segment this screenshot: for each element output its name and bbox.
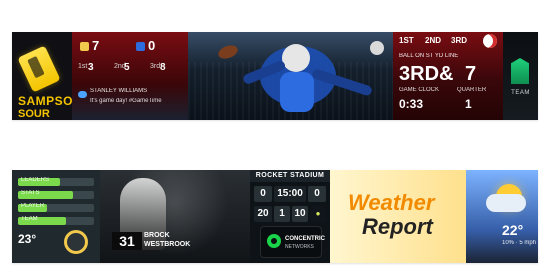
stat-1-label: 1st: [78, 63, 88, 70]
scoreboard-panel: 7 0 1st 3 2nd 5 3rd 8 STANLEY WILLIAMS I…: [72, 32, 188, 120]
bottom-jumbotron-strip: LEADERS STATS PLAYER TEAM 23° 31 BROCK W…: [12, 170, 538, 263]
stat-3: 3rd 8: [150, 59, 184, 77]
stat-bar-4-label: TEAM: [21, 216, 38, 222]
stat-2-value: 5: [124, 62, 130, 73]
helmet-icon: [483, 34, 497, 48]
weather-title-line-1: Weather: [348, 190, 435, 215]
row2-right: 10: [292, 206, 308, 222]
down-and-distance: 3RD & 7: [399, 63, 497, 85]
concentric-logo-icon: [267, 234, 281, 248]
stat-bar-1-label: LEADERS: [21, 177, 50, 183]
clock-row: GAME CLOCK 0:33 QUARTER 1: [399, 87, 497, 117]
ball-on-line: BALL ON ST YD LINE: [399, 53, 459, 59]
mini-temp: 23°: [18, 232, 37, 246]
stat-bar-4: TEAM: [18, 216, 94, 225]
stat-1: 1st 3: [78, 59, 112, 77]
weather-report-panel: Weather Report 22° 10% · 5 mph: [330, 170, 538, 263]
row1-clock: 15:00: [274, 186, 306, 202]
away-team-icon: [136, 42, 145, 51]
and: &: [439, 63, 454, 85]
concentric-sponsor: CONCENTRIC NETWORKS: [260, 226, 325, 258]
top-jumbotron-strip: SAMPSON SOUR SODAS 7 0 1st 3 2nd 5 3rd 8: [12, 32, 538, 120]
stat-1-value: 3: [88, 62, 94, 73]
team-logo-text: TEAM: [511, 90, 530, 96]
period-row: 1ST 2ND 3RD: [399, 34, 497, 52]
soda-can-icon: [17, 45, 61, 93]
stat-bar-2-label: STATS: [21, 190, 40, 196]
football-icon: ●: [310, 206, 326, 222]
quarterback-illustration: [218, 41, 384, 112]
scoreboard-row-2: 20 1 10 ●: [254, 206, 326, 222]
weather-photo: 22° 10% · 5 mph: [466, 170, 538, 263]
sponsor-name: CONCENTRIC: [285, 236, 325, 242]
gauge-icon: [64, 230, 88, 254]
home-score: 7: [92, 38, 100, 53]
sponsor-brand-top: SAMPSON: [18, 94, 72, 108]
stadium-name: ROCKET STADIUM: [250, 170, 330, 182]
weather-details: 10% · 5 mph: [502, 240, 537, 246]
player-last-name: WESTBROOK: [144, 241, 191, 248]
game-clock-value: 0:33: [399, 97, 424, 111]
stat-2: 2nd 5: [114, 59, 148, 77]
tweet-text: It's game day! #GameTime: [90, 98, 162, 104]
score-row: 7 0: [72, 38, 188, 56]
period-2: 2ND: [425, 36, 442, 45]
quarter-label: QUARTER: [457, 87, 487, 93]
stat-bar-1: LEADERS: [18, 177, 94, 186]
sponsor-brand-bottom: SOUR SODAS: [18, 108, 50, 120]
row2-mid: 1: [274, 206, 290, 222]
team-logo-panel: TEAM: [503, 32, 538, 120]
quarter-value: 1: [465, 97, 472, 111]
game-clock-label: GAME CLOCK: [399, 87, 440, 93]
stat-bar-3: PLAYER: [18, 203, 94, 212]
game-status-panel: 1ST 2ND 3RD BALL ON ST YD LINE 3RD & 7 G…: [393, 32, 503, 120]
mini-weather: 23°: [18, 230, 94, 258]
away-score: 0: [148, 38, 156, 53]
stat-3-value: 8: [160, 62, 166, 73]
period-3: 3RD: [451, 36, 468, 45]
tweet-author: STANLEY WILLIAMS: [90, 88, 148, 94]
team-stats-panel: LEADERS STATS PLAYER TEAM 23°: [12, 170, 100, 263]
stadium-scoreboard: ROCKET STADIUM 0 15:00 0 20 1 10 ● CONCE…: [250, 170, 330, 263]
row1-left: 0: [254, 186, 272, 202]
down: 3RD: [399, 63, 440, 85]
tweet-snippet: STANLEY WILLIAMS It's game day! #GameTim…: [78, 86, 182, 114]
jersey-number: 31: [112, 232, 142, 250]
sponsor-subtext: NETWORKS: [285, 244, 314, 250]
weather-title-line-2: Report: [362, 214, 433, 239]
stat-3-label: 3rd: [150, 63, 161, 70]
scoreboard-row-1: 0 15:00 0: [254, 186, 326, 202]
stat-bar-3-label: PLAYER: [21, 203, 45, 209]
stat-bar-2: STATS: [18, 190, 94, 199]
row2-left: 20: [254, 206, 272, 222]
period-1: 1ST: [399, 36, 414, 45]
player-card: 31 BROCK WESTBROOK: [100, 170, 250, 263]
weather-temp: 22°: [502, 222, 524, 238]
home-team-icon: [80, 42, 89, 51]
player-action-photo: [188, 32, 393, 120]
distance: 7: [465, 63, 477, 85]
scoreboard-stats: 1st 3 2nd 5 3rd 8: [72, 59, 188, 79]
player-first-name: BROCK: [144, 232, 170, 239]
team-logo-icon: [511, 58, 529, 84]
sponsor-panel: SAMPSON SOUR SODAS: [12, 32, 72, 120]
row1-right: 0: [308, 186, 326, 202]
cloud-icon: [486, 194, 526, 212]
twitter-bird-icon: [78, 91, 87, 98]
